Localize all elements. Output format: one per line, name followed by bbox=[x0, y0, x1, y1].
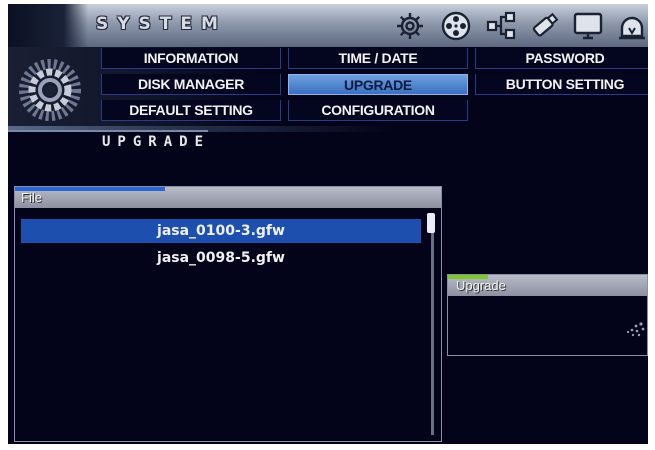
film-reel-icon[interactable] bbox=[440, 10, 472, 42]
upgrade-panel: Upgrade bbox=[447, 274, 648, 356]
file-panel-accent bbox=[15, 187, 165, 191]
page-title: UPGRADE bbox=[102, 134, 211, 150]
tab-upgrade[interactable]: UPGRADE bbox=[288, 74, 468, 95]
tab-disk-manager[interactable]: DISK MANAGER bbox=[101, 74, 281, 95]
scrollbar-track[interactable] bbox=[431, 215, 434, 435]
upgrade-panel-accent bbox=[448, 275, 488, 279]
top-bar-dark-edge bbox=[8, 4, 88, 47]
file-list-item[interactable]: jasa_0098-5.gfw bbox=[21, 246, 421, 270]
usb-icon[interactable] bbox=[528, 10, 560, 42]
loading-spinner-icon bbox=[626, 322, 645, 337]
system-title: SYSTEM bbox=[96, 14, 227, 34]
monitor-icon[interactable] bbox=[572, 10, 604, 42]
tab-password[interactable]: PASSWORD bbox=[475, 48, 648, 69]
dvr-screen: SYSTEM INFORMATION TIME / DATE PASSWORD … bbox=[8, 4, 648, 444]
tab-button-setting[interactable]: BUTTON SETTING bbox=[475, 74, 648, 95]
tab-default-setting[interactable]: DEFAULT SETTING bbox=[101, 100, 281, 121]
tab-configuration[interactable]: CONFIGURATION bbox=[288, 100, 468, 121]
gear-logo-icon bbox=[19, 59, 81, 121]
tab-information[interactable]: INFORMATION bbox=[101, 48, 281, 69]
gear-icon[interactable] bbox=[394, 10, 426, 42]
file-list-item[interactable]: jasa_0100-3.gfw bbox=[21, 219, 421, 243]
header-divider-highlight bbox=[8, 130, 208, 132]
scrollbar-thumb[interactable] bbox=[427, 213, 435, 233]
file-panel: File jasa_0100-3.gfw jasa_0098-5.gfw bbox=[14, 186, 442, 442]
network-icon[interactable] bbox=[486, 10, 518, 42]
tab-time-date[interactable]: TIME / DATE bbox=[288, 48, 468, 69]
alarm-icon[interactable] bbox=[616, 10, 648, 42]
